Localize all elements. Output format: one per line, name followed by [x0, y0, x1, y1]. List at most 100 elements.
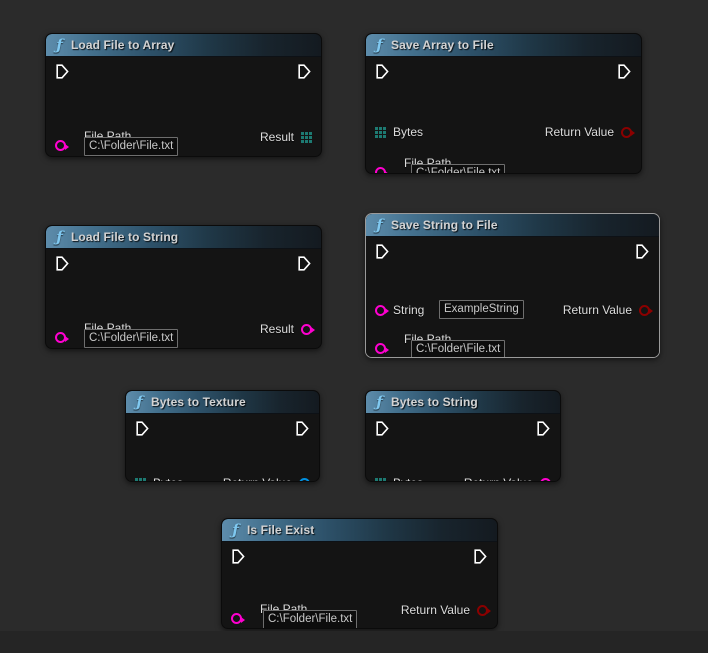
node-title: Save Array to File	[391, 38, 494, 52]
node-save-array-to-file[interactable]: ƒ Save Array to File Bytes Return Value	[365, 33, 642, 174]
pin-label-bytes: Bytes	[393, 125, 424, 139]
array-grid-icon	[375, 477, 386, 482]
node-header[interactable]: ƒ Save String to File	[366, 214, 659, 237]
pin-return-value-output[interactable]: Return Value	[464, 476, 551, 481]
node-load-file-to-array[interactable]: ƒ Load File to Array File Path C:\Folder…	[45, 33, 322, 157]
function-f-icon: ƒ	[56, 227, 63, 246]
pin-circle-icon	[639, 304, 653, 316]
input-string-value[interactable]: ExampleString	[439, 300, 524, 319]
node-header[interactable]: ƒ Bytes to Texture	[126, 391, 319, 414]
function-f-icon: ƒ	[376, 35, 383, 54]
pin-result-output[interactable]: Result	[259, 322, 315, 336]
pin-circle-icon	[477, 604, 491, 616]
input-file-path[interactable]: C:\Folder\File.txt	[84, 329, 179, 348]
node-header[interactable]: ƒ Load File to String	[46, 226, 321, 249]
input-file-path[interactable]: C:\Folder\File.txt	[411, 340, 506, 357]
pin-file-path-input[interactable]	[375, 167, 389, 173]
function-f-icon: ƒ	[376, 215, 383, 234]
pin-label-string: String	[393, 303, 425, 317]
node-body: String ExampleString Return Value File P…	[366, 237, 659, 357]
pin-file-path-input[interactable]	[55, 332, 69, 343]
pin-string-input[interactable]: String	[375, 303, 424, 317]
pin-return-value-output[interactable]: Return Value	[562, 303, 653, 317]
node-bytes-to-string[interactable]: ƒ Bytes to String Bytes Return Value	[365, 390, 561, 482]
pin-label-result: Result	[259, 322, 294, 336]
node-load-file-to-string[interactable]: ƒ Load File to String File Path C:\Folde…	[45, 225, 322, 349]
node-body: File Path C:\Folder\File.txt Return Valu…	[222, 542, 497, 628]
function-f-icon: ƒ	[376, 392, 383, 411]
exec-output-pin[interactable]	[636, 244, 649, 259]
array-grid-icon	[375, 126, 386, 138]
node-title: Is File Exist	[247, 523, 315, 537]
node-body: Bytes Return Value File Path C:\Folder\F…	[366, 57, 641, 173]
node-header[interactable]: ƒ Load File to Array	[46, 34, 321, 57]
pin-circle-icon	[231, 613, 245, 624]
function-f-icon: ƒ	[56, 35, 63, 54]
pin-return-value-output[interactable]: Return Value	[400, 603, 491, 617]
input-file-path[interactable]: C:\Folder\File.txt	[84, 137, 179, 156]
exec-input-pin[interactable]	[56, 256, 69, 271]
node-header[interactable]: ƒ Bytes to String	[366, 391, 560, 414]
exec-input-pin[interactable]	[376, 64, 389, 79]
exec-input-pin[interactable]	[376, 421, 389, 436]
pin-circle-icon	[301, 323, 315, 335]
node-body: File Path C:\Folder\File.txt Result Retu…	[46, 57, 321, 156]
pin-label-bytes: Bytes	[393, 476, 423, 481]
pin-circle-icon	[55, 140, 69, 151]
node-header[interactable]: ƒ Save Array to File	[366, 34, 641, 57]
pin-return-value-output[interactable]: Return Value	[223, 476, 310, 481]
exec-output-pin[interactable]	[298, 64, 311, 79]
node-header[interactable]: ƒ Is File Exist	[222, 519, 497, 542]
pin-bytes-input[interactable]: Bytes	[375, 476, 423, 482]
node-title: Save String to File	[391, 218, 498, 232]
pin-return-value-output[interactable]: Return Value	[544, 125, 635, 139]
pin-circle-icon	[55, 332, 69, 343]
exec-output-pin[interactable]	[474, 549, 487, 564]
node-title: Load File to String	[71, 230, 179, 244]
exec-input-pin[interactable]	[376, 244, 389, 259]
pin-file-path-input[interactable]	[231, 613, 245, 624]
pin-bytes-input[interactable]: Bytes	[375, 125, 423, 139]
pin-label-return-value: Return Value	[562, 303, 632, 317]
pin-circle-icon	[375, 304, 389, 316]
input-file-path[interactable]: C:\Folder\File.txt	[263, 610, 358, 628]
pin-bytes-input[interactable]: Bytes	[135, 476, 183, 482]
function-f-icon: ƒ	[136, 392, 143, 411]
pin-result-output[interactable]: Result	[260, 130, 312, 144]
node-save-string-to-file[interactable]: ƒ Save String to File String ExampleStri…	[365, 213, 660, 358]
input-file-path[interactable]: C:\Folder\File.txt	[411, 164, 506, 173]
node-body: Bytes Return Value	[366, 414, 560, 481]
pin-circle-icon	[299, 477, 310, 481]
pin-label-result: Result	[259, 130, 294, 144]
pin-circle-icon	[540, 477, 551, 481]
node-title: Bytes to String	[391, 395, 478, 409]
array-grid-icon	[301, 131, 312, 143]
node-body: Bytes Return Value	[126, 414, 319, 481]
pin-circle-icon	[375, 167, 389, 173]
pin-file-path-input[interactable]	[55, 140, 69, 151]
pin-label-bytes: Bytes	[153, 476, 183, 481]
node-title: Bytes to Texture	[151, 395, 246, 409]
pin-circle-icon	[621, 126, 635, 138]
exec-output-pin[interactable]	[618, 64, 631, 79]
blueprint-graph-canvas[interactable]: ƒ Load File to Array File Path C:\Folder…	[0, 0, 708, 653]
exec-input-pin[interactable]	[136, 421, 149, 436]
pin-label-return-value: Return Value	[400, 603, 470, 617]
exec-output-pin[interactable]	[537, 421, 550, 436]
exec-output-pin[interactable]	[298, 256, 311, 271]
pin-label-return-value: Return Value	[464, 476, 533, 481]
array-grid-icon	[135, 477, 146, 482]
exec-output-pin[interactable]	[296, 421, 309, 436]
function-f-icon: ƒ	[232, 520, 239, 539]
exec-input-pin[interactable]	[232, 549, 245, 564]
node-is-file-exist[interactable]: ƒ Is File Exist File Path C:\Folder\File…	[221, 518, 498, 629]
node-bytes-to-texture[interactable]: ƒ Bytes to Texture Bytes Return Value	[125, 390, 320, 482]
exec-input-pin[interactable]	[56, 64, 69, 79]
graph-bottom-strip	[0, 631, 708, 653]
pin-circle-icon	[375, 343, 389, 354]
node-body: File Path C:\Folder\File.txt Result Retu…	[46, 249, 321, 348]
pin-label-return-value: Return Value	[544, 125, 614, 139]
pin-label-return-value: Return Value	[223, 476, 292, 481]
pin-file-path-input[interactable]	[375, 343, 389, 354]
node-title: Load File to Array	[71, 38, 175, 52]
